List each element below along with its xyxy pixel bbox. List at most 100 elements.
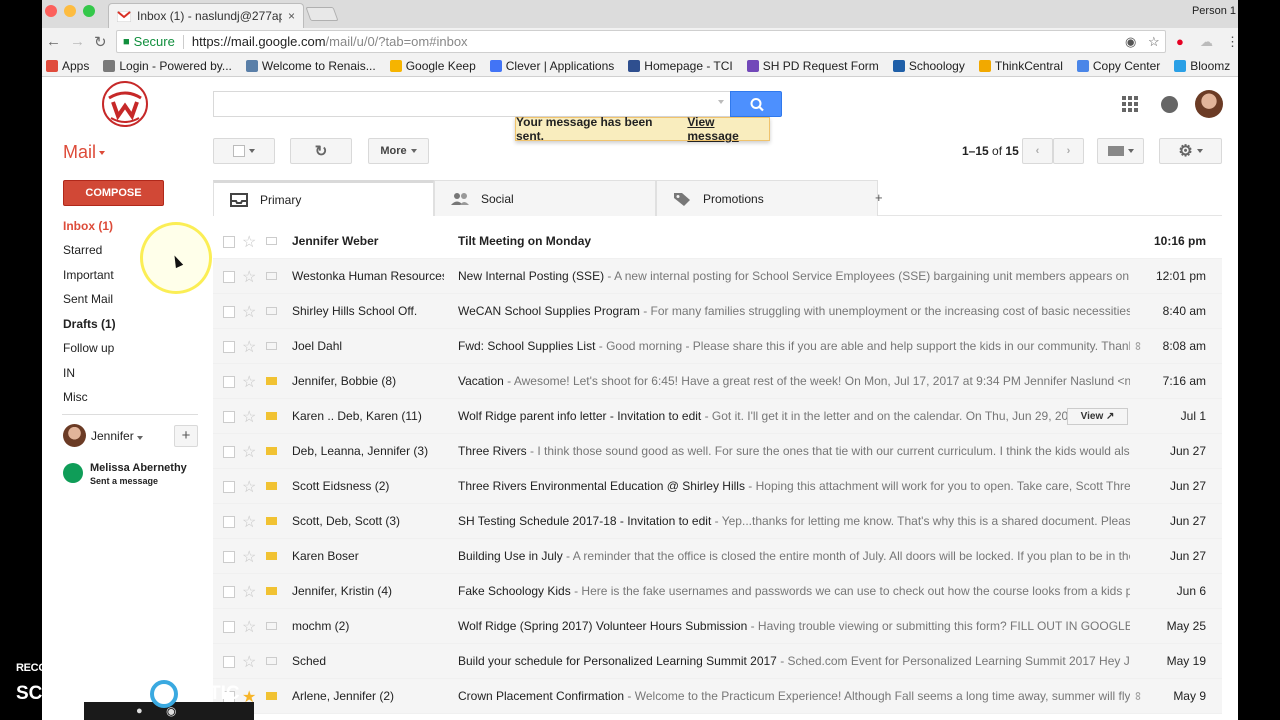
close-window-button[interactable]: [45, 5, 57, 17]
row-checkbox[interactable]: [223, 621, 235, 633]
sidebar-item-inbox[interactable]: Inbox (1): [63, 219, 113, 233]
star-icon[interactable]: ☆: [242, 337, 256, 357]
importance-marker-icon[interactable]: [266, 342, 277, 350]
bookmark-item[interactable]: Bloomz: [1174, 59, 1230, 73]
sidebar-item-in[interactable]: IN: [63, 366, 75, 380]
message-row[interactable]: ☆ Deb, Leanna, Jennifer (3) Three Rivers -…: [213, 434, 1222, 469]
forward-icon[interactable]: →: [70, 33, 85, 50]
row-checkbox[interactable]: [223, 656, 235, 668]
eye-icon[interactable]: ◉: [1125, 34, 1136, 50]
importance-marker-icon[interactable]: [266, 657, 277, 665]
address-bar[interactable]: ■ Secure https://mail.google.com /mail/u…: [116, 30, 1166, 53]
add-tab-button[interactable]: +: [875, 190, 883, 205]
message-row[interactable]: ☆ Jennifer Weber Tilt Meeting on Monday 10:…: [213, 224, 1222, 259]
bookmark-item[interactable]: Welcome to Renais...: [245, 59, 376, 73]
importance-marker-icon[interactable]: [266, 517, 277, 525]
more-button[interactable]: More: [368, 138, 429, 164]
importance-marker-icon[interactable]: [266, 237, 277, 245]
hangout-contact-name[interactable]: Melissa Abernethy: [90, 462, 187, 474]
select-all-button[interactable]: [213, 138, 275, 164]
star-icon[interactable]: ☆: [242, 372, 256, 392]
sidebar-item-drafts[interactable]: Drafts (1): [63, 317, 116, 331]
westonka-logo[interactable]: [100, 80, 150, 128]
row-checkbox[interactable]: [223, 411, 235, 423]
row-checkbox[interactable]: [223, 516, 235, 528]
profile-name[interactable]: Person 1: [1192, 5, 1236, 17]
importance-marker-icon[interactable]: [266, 692, 277, 700]
importance-marker-icon[interactable]: [266, 272, 277, 280]
tab-social[interactable]: Social: [434, 180, 656, 216]
row-checkbox[interactable]: [223, 341, 235, 353]
row-checkbox[interactable]: [223, 481, 235, 493]
row-checkbox[interactable]: [223, 446, 235, 458]
view-message-link[interactable]: View message: [687, 115, 769, 143]
bookmark-item[interactable]: SH PD Request Form: [746, 59, 879, 73]
message-row[interactable]: ☆ Westonka Human Resources. New Internal P…: [213, 259, 1222, 294]
row-checkbox[interactable]: [223, 586, 235, 598]
sidebar-item-sent-mail[interactable]: Sent Mail: [63, 292, 113, 306]
bookmark-item[interactable]: Google Keep: [389, 59, 476, 73]
bookmark-item[interactable]: Homepage - TCI: [628, 59, 733, 73]
back-icon[interactable]: ←: [46, 33, 61, 50]
sidebar-item-misc[interactable]: Misc: [63, 390, 88, 404]
row-checkbox[interactable]: [223, 306, 235, 318]
row-checkbox[interactable]: [223, 376, 235, 388]
star-icon[interactable]: ☆: [242, 547, 256, 567]
star-icon[interactable]: ☆: [242, 407, 256, 427]
message-row[interactable]: ☆ Karen .. Deb, Karen (11) Wolf Ridge pare…: [213, 399, 1222, 434]
message-row[interactable]: ☆ Joel Dahl Fwd: School Supplies List - Go…: [213, 329, 1222, 364]
settings-button[interactable]: ⚙: [1159, 138, 1222, 164]
bookmark-item[interactable]: Apps: [46, 59, 89, 73]
message-row[interactable]: ☆ Jennifer, Kristin (4) Fake Schoology Kid…: [213, 574, 1222, 609]
hangouts-user[interactable]: Jennifer: [91, 429, 144, 443]
bookmark-item[interactable]: Schoology: [892, 59, 965, 73]
search-button[interactable]: [730, 91, 782, 117]
view-button[interactable]: View ↗: [1067, 408, 1128, 425]
bookmark-star-icon[interactable]: ☆: [1148, 34, 1160, 50]
message-row[interactable]: ☆ Scott, Deb, Scott (3) SH Testing Schedul…: [213, 504, 1222, 539]
new-tab-button[interactable]: [305, 7, 339, 21]
row-checkbox[interactable]: [223, 551, 235, 563]
sidebar-item-starred[interactable]: Starred: [63, 243, 102, 257]
importance-marker-icon[interactable]: [266, 412, 277, 420]
reload-icon[interactable]: ↻: [94, 33, 107, 51]
zoom-window-button[interactable]: [83, 5, 95, 17]
sidebar-item-important[interactable]: Important: [63, 268, 114, 282]
bookmark-item[interactable]: ThinkCentral: [978, 59, 1063, 73]
refresh-button[interactable]: ↻: [290, 138, 352, 164]
star-icon[interactable]: ☆: [242, 442, 256, 462]
message-row[interactable]: ☆ Jennifer, Bobbie (8) Vacation - Awesome!…: [213, 364, 1222, 399]
older-button[interactable]: ›: [1053, 138, 1084, 164]
importance-marker-icon[interactable]: [266, 447, 277, 455]
browser-tab[interactable]: Inbox (1) - naslundj@277apps ×: [108, 3, 304, 28]
star-icon[interactable]: ☆: [242, 617, 256, 637]
sidebar-item-follow-up[interactable]: Follow up: [63, 341, 114, 355]
bookmark-item[interactable]: Copy Center: [1076, 59, 1160, 73]
close-tab-icon[interactable]: ×: [288, 9, 295, 23]
star-icon[interactable]: ☆: [242, 302, 256, 322]
star-icon[interactable]: ☆: [242, 582, 256, 602]
message-row[interactable]: ★ Arlene, Jennifer (2) Crown Placement Con…: [213, 679, 1222, 714]
importance-marker-icon[interactable]: [266, 482, 277, 490]
message-row[interactable]: ☆ Shirley Hills School Off. WeCAN School S…: [213, 294, 1222, 329]
importance-marker-icon[interactable]: [266, 307, 277, 315]
apps-grid-icon[interactable]: [1122, 96, 1138, 112]
notifications-bell-icon[interactable]: [1161, 96, 1178, 113]
search-input[interactable]: [213, 91, 730, 117]
newer-button[interactable]: ‹: [1022, 138, 1053, 164]
message-row[interactable]: ☆ Karen Boser Building Use in July - A rem…: [213, 539, 1222, 574]
minimize-window-button[interactable]: [64, 5, 76, 17]
row-checkbox[interactable]: [223, 271, 235, 283]
message-row[interactable]: ☆ Scott Eidsness (2) Three Rivers Environm…: [213, 469, 1222, 504]
mail-switcher[interactable]: Mail: [63, 142, 106, 163]
bookmark-item[interactable]: Clever | Applications: [489, 59, 614, 73]
importance-marker-icon[interactable]: [266, 622, 277, 630]
bookmark-item[interactable]: Login - Powered by...: [103, 59, 232, 73]
importance-marker-icon[interactable]: [266, 552, 277, 560]
account-avatar[interactable]: [1195, 90, 1223, 118]
tab-primary[interactable]: Primary: [213, 180, 434, 216]
input-tools-button[interactable]: [1097, 138, 1144, 164]
importance-marker-icon[interactable]: [266, 587, 277, 595]
row-checkbox[interactable]: [223, 236, 235, 248]
star-icon[interactable]: ☆: [242, 232, 256, 252]
